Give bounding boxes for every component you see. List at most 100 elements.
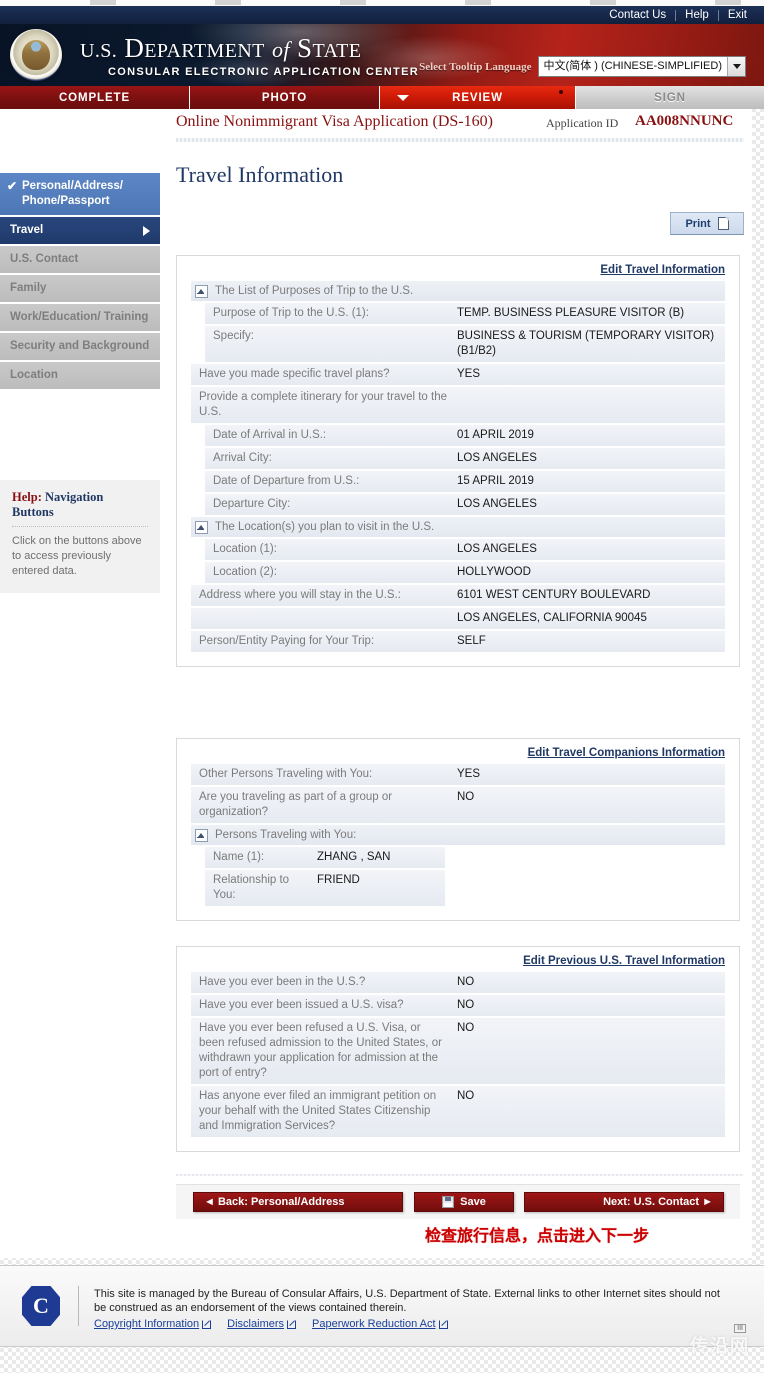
chevron-down-icon[interactable] bbox=[397, 95, 409, 101]
section-group-header[interactable]: Persons Traveling with You: bbox=[191, 825, 725, 845]
section-group-header[interactable]: The Location(s) you plan to visit in the… bbox=[191, 517, 725, 537]
field-label: Have you ever been in the U.S.? bbox=[199, 976, 366, 988]
field-row: Person/Entity Paying for Your Trip: SELF bbox=[191, 631, 725, 652]
field-label: Have you ever been refused a U.S. Visa, … bbox=[199, 1022, 442, 1079]
help-body: Click on the buttons above to access pre… bbox=[12, 535, 142, 577]
language-dropdown[interactable]: 中文(简体 ) (CHINESE-SIMPLIFIED) bbox=[537, 56, 746, 77]
collapse-icon[interactable] bbox=[195, 284, 208, 298]
sidebar-item-label: Work/Education/ Training bbox=[10, 311, 149, 323]
stage-tab-label: COMPLETE bbox=[58, 91, 131, 104]
contact-us-link[interactable]: Contact Us bbox=[600, 6, 675, 24]
field-value: NO bbox=[457, 999, 475, 1011]
field-value: LOS ANGELES bbox=[457, 498, 537, 510]
field-label: Has anyone ever filed an immigrant petit… bbox=[199, 1090, 437, 1132]
field-label: Provide a complete itinerary for your tr… bbox=[199, 391, 448, 418]
field-value bbox=[453, 387, 725, 393]
field-label: Location (2): bbox=[213, 566, 277, 578]
sidebar-item-family: Family bbox=[0, 275, 160, 302]
print-button[interactable]: Print bbox=[670, 212, 744, 235]
field-value: LOS ANGELES, CALIFORNIA 90045 bbox=[457, 612, 647, 624]
application-id-value: AA008NNUNC bbox=[635, 113, 734, 129]
title-of: of bbox=[271, 37, 290, 62]
next-button[interactable]: Next: U.S. Contact ► bbox=[524, 1192, 724, 1212]
field-value: TEMP. BUSINESS PLEASURE VISITOR (B) bbox=[457, 307, 685, 319]
sidebar-item-personal-address-phone-passport[interactable]: ✔ Personal/Address/ Phone/Passport bbox=[0, 173, 160, 215]
footer-link[interactable]: Copyright Information bbox=[94, 1318, 212, 1330]
page-root: Contact Us Help Exit U.S. DEPARTMENT of … bbox=[0, 0, 764, 1373]
stage-tab-label: REVIEW bbox=[452, 91, 503, 104]
browser-tab[interactable] bbox=[90, 0, 116, 5]
browser-tab[interactable] bbox=[340, 0, 366, 5]
stage-tab-sign[interactable]: SIGN bbox=[576, 86, 764, 109]
sidebar-item-work-education-training: Work/Education/ Training bbox=[0, 304, 160, 331]
sidebar-item-label: Family bbox=[10, 282, 47, 294]
review-panel-2: Edit Previous U.S. Travel Information Hav… bbox=[176, 946, 740, 1152]
title-state-cap: S bbox=[297, 33, 313, 63]
field-row: Location (1): LOS ANGELES bbox=[205, 539, 725, 560]
document-icon bbox=[717, 217, 729, 230]
edit-link[interactable]: Edit Previous U.S. Travel Information bbox=[191, 955, 725, 972]
section-group-label: The Location(s) you plan to visit in the… bbox=[215, 521, 435, 533]
field-value: HOLLYWOOD bbox=[457, 566, 531, 578]
section-navigation: ✔ Personal/Address/ Phone/Passport Travel U… bbox=[0, 173, 160, 391]
help-link[interactable]: Help bbox=[676, 6, 718, 24]
browser-tab[interactable] bbox=[215, 0, 241, 5]
language-label: Select Tooltip Language bbox=[419, 60, 532, 73]
collapse-icon[interactable] bbox=[195, 828, 208, 842]
field-row: LOS ANGELES, CALIFORNIA 90045 bbox=[191, 608, 725, 629]
field-row: Location (2): HOLLYWOOD bbox=[205, 562, 725, 583]
field-label: Departure City: bbox=[213, 498, 291, 510]
field-value: BUSINESS & TOURISM (TEMPORARY VISITOR) (… bbox=[457, 330, 715, 357]
field-value: NO bbox=[457, 1022, 475, 1034]
image-watermark: 传沿网 bbox=[690, 1336, 750, 1357]
site-masthead: U.S. DEPARTMENT of STATE CONSULAR ELECTR… bbox=[0, 24, 764, 86]
form-navigation-buttons: ◄ Back: Personal/Address Save Next: U.S.… bbox=[176, 1184, 740, 1219]
field-label: Relationship to You: bbox=[213, 874, 290, 901]
field-value: YES bbox=[457, 368, 481, 380]
department-subtitle: CONSULAR ELECTRONIC APPLICATION CENTER bbox=[108, 66, 419, 78]
application-header: Online Nonimmigrant Visa Application (DS… bbox=[176, 113, 744, 139]
browser-tab[interactable] bbox=[590, 0, 616, 5]
browser-tab[interactable] bbox=[715, 0, 741, 5]
exit-link[interactable]: Exit bbox=[719, 6, 756, 24]
chevron-down-icon[interactable] bbox=[727, 57, 745, 76]
field-label: Location (1): bbox=[213, 543, 277, 555]
field-row: Are you traveling as part of a group or … bbox=[191, 787, 725, 823]
sidebar-item-travel[interactable]: Travel bbox=[0, 217, 160, 244]
section-group-header[interactable]: The List of Purposes of Trip to the U.S. bbox=[191, 281, 725, 301]
save-disk-icon bbox=[442, 1196, 455, 1208]
stage-tab-complete[interactable]: COMPLETE bbox=[0, 86, 190, 109]
field-label: Purpose of Trip to the U.S. (1): bbox=[213, 307, 369, 319]
browser-tab[interactable] bbox=[465, 0, 491, 5]
footer-link-label: Paperwork Reduction Act bbox=[312, 1318, 436, 1330]
field-row: Specify: BUSINESS & TOURISM (TEMPORARY VI… bbox=[205, 326, 725, 362]
back-button[interactable]: ◄ Back: Personal/Address bbox=[193, 1192, 403, 1212]
field-row: Address where you will stay in the U.S.:… bbox=[191, 585, 725, 606]
check-icon: ✔ bbox=[7, 179, 18, 193]
field-row: Have you ever been in the U.S.? NO bbox=[191, 972, 725, 993]
edit-link[interactable]: Edit Travel Companions Information bbox=[191, 747, 725, 764]
title-department-cap: D bbox=[124, 33, 145, 63]
stage-tab-photo[interactable]: PHOTO bbox=[190, 86, 380, 109]
stage-tab-label: SIGN bbox=[654, 91, 686, 104]
external-link-icon bbox=[287, 1319, 297, 1329]
help-panel: Help: Navigation Buttons Click on the bu… bbox=[0, 480, 160, 593]
review-panel-1: Edit Travel Companions Information Other … bbox=[176, 738, 740, 921]
tab-marker-dot bbox=[559, 90, 563, 94]
sidebar-item-location: Location bbox=[0, 362, 160, 389]
field-label: Specify: bbox=[213, 330, 254, 342]
language-selector[interactable]: Select Tooltip Language 中文(简体 ) (CHINESE… bbox=[419, 56, 746, 77]
footer-link[interactable]: Paperwork Reduction Act bbox=[312, 1318, 448, 1330]
save-button[interactable]: Save bbox=[414, 1192, 514, 1212]
help-title: Help: Navigation Buttons bbox=[12, 490, 148, 527]
field-row: Have you ever been refused a U.S. Visa, … bbox=[191, 1018, 725, 1084]
collapse-icon[interactable] bbox=[195, 520, 208, 534]
edit-link[interactable]: Edit Travel Information bbox=[191, 264, 725, 281]
section-group-label: The List of Purposes of Trip to the U.S. bbox=[215, 285, 414, 297]
seal-letter: C bbox=[33, 1293, 49, 1318]
field-value: LOS ANGELES bbox=[457, 452, 537, 464]
footer-link[interactable]: Disclaimers bbox=[227, 1318, 297, 1330]
field-row: Have you made specific travel plans? YES bbox=[191, 364, 725, 385]
stage-tabs: COMPLETE PHOTO REVIEW SIGN bbox=[0, 86, 764, 109]
stage-tab-review[interactable]: REVIEW bbox=[380, 86, 576, 109]
